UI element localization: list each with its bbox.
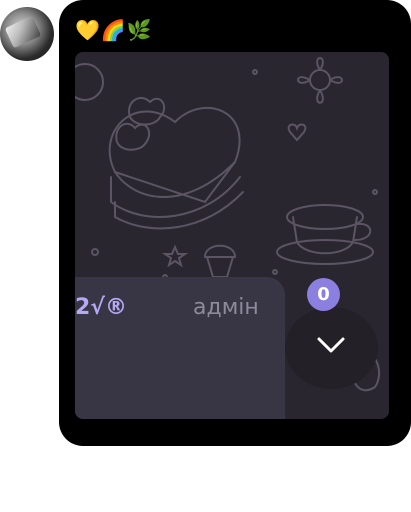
avatar-image [4,15,42,49]
avatar[interactable] [0,7,54,61]
unread-count-badge: 0 [307,278,340,311]
sender-role-label: адмін [193,295,259,320]
reply-preview-card[interactable]: 2√® адмін [75,277,285,419]
reaction-emojis: 💛🌈🌿 [75,18,153,42]
scroll-down-button[interactable] [285,307,378,389]
chevron-down-icon [317,337,345,353]
message-text: 2√® [75,295,127,320]
